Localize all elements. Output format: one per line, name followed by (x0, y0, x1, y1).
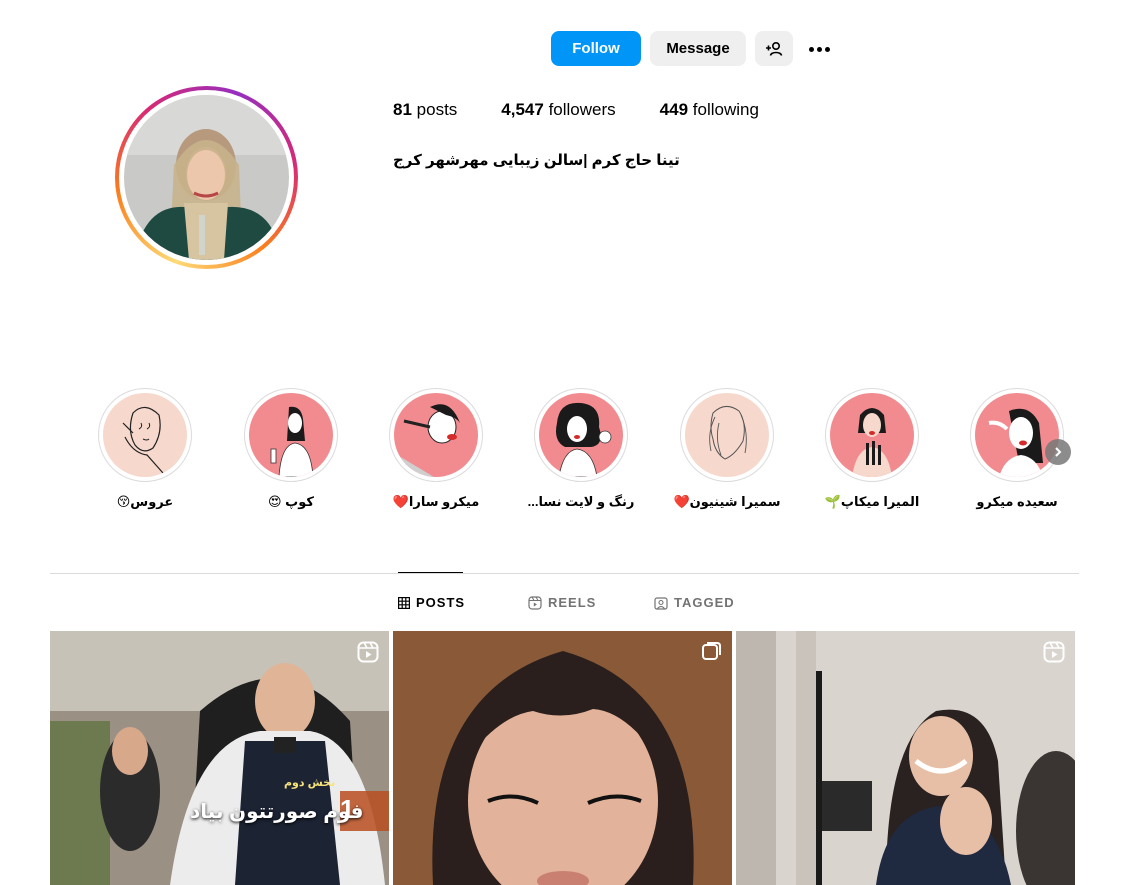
highlight-item[interactable]: سعیده میکرو (970, 388, 1064, 509)
highlight-label: المیرا میکاپ🌱 (824, 494, 920, 509)
tabs-divider (50, 573, 1079, 574)
more-dot-icon (816, 46, 822, 52)
highlight-item[interactable]: سمیرا شینیون❤️ (673, 388, 781, 509)
highlight-cover (830, 393, 914, 477)
more-dot-icon (824, 46, 830, 52)
post-thumbnail[interactable]: بخش دوم فوم صورتتون بیاد 1 (50, 631, 389, 885)
profile-bio: تینا حاج کرم |سالن زیبایی مهرشهر کرج (393, 152, 680, 169)
tab-reels[interactable]: REELS (528, 595, 596, 610)
highlight-label: سمیرا شینیون❤️ (673, 494, 781, 509)
posts-stat: 81 posts (393, 100, 457, 120)
highlight-item[interactable]: رنگ و لایت نسا... (528, 388, 634, 509)
carousel-badge (702, 641, 722, 666)
following-count: 449 (659, 100, 689, 119)
message-button[interactable]: Message (650, 31, 746, 66)
grid-icon (398, 596, 410, 609)
following-stat[interactable]: 449 following (660, 100, 759, 120)
tab-tagged[interactable]: TAGGED (654, 595, 735, 610)
followers-label: followers (548, 100, 616, 119)
highlight-cover (103, 393, 187, 477)
chevron-right-icon (1055, 447, 1062, 457)
highlight-cover (685, 393, 769, 477)
profile-stats: 81 posts 4,547 followers 449 following (393, 100, 803, 120)
post-thumbnail[interactable] (393, 631, 732, 885)
followers-count: 4,547 (501, 100, 544, 119)
reel-icon (357, 641, 379, 663)
reels-icon (528, 595, 542, 610)
highlight-item[interactable]: میکرو سارا❤️ (389, 388, 483, 509)
active-tab-indicator (398, 572, 463, 573)
avatar (124, 95, 289, 260)
more-dot-icon (808, 46, 814, 52)
highlight-cover (249, 393, 333, 477)
tab-posts-label: POSTS (416, 595, 466, 610)
following-label: following (692, 100, 759, 119)
posts-count: 81 (393, 100, 412, 119)
post-thumbnail[interactable] (736, 631, 1075, 885)
tab-posts[interactable]: POSTS (398, 595, 465, 610)
reel-badge (1043, 641, 1065, 668)
tagged-icon (654, 596, 668, 610)
highlight-label: رنگ و لایت نسا... (527, 494, 635, 509)
post-overlay-text: فوم صورتتون بیاد (190, 801, 364, 823)
reel-badge (357, 641, 379, 668)
more-options-button[interactable] (803, 38, 835, 60)
post-overlay-tag: بخش دوم (284, 777, 336, 789)
highlight-item[interactable]: عروس😚 (98, 388, 192, 509)
story-ring[interactable] (115, 86, 298, 269)
suggest-user-button[interactable] (755, 31, 793, 66)
highlight-label: سعیده میکرو (976, 494, 1058, 509)
reel-icon (1043, 641, 1065, 663)
followers-stat[interactable]: 4,547 followers (501, 100, 615, 120)
post-overlay-number: 1 (340, 794, 355, 824)
tab-reels-label: REELS (548, 595, 597, 610)
highlight-cover (394, 393, 478, 477)
highlight-label: میکرو سارا❤️ (392, 494, 480, 509)
highlight-label: کوپ 😍 (268, 494, 314, 509)
highlight-item[interactable]: المیرا میکاپ🌱 (825, 388, 919, 509)
follow-button[interactable]: Follow (551, 31, 641, 66)
tab-tagged-label: TAGGED (674, 595, 735, 610)
posts-label: posts (416, 100, 458, 119)
add-user-icon (766, 41, 783, 56)
carousel-icon (702, 642, 721, 660)
highlight-label: عروس😚 (116, 494, 174, 509)
highlight-cover (975, 393, 1059, 477)
highlight-cover (539, 393, 623, 477)
highlights-next-button[interactable] (1045, 439, 1071, 465)
highlight-item[interactable]: کوپ 😍 (244, 388, 338, 509)
